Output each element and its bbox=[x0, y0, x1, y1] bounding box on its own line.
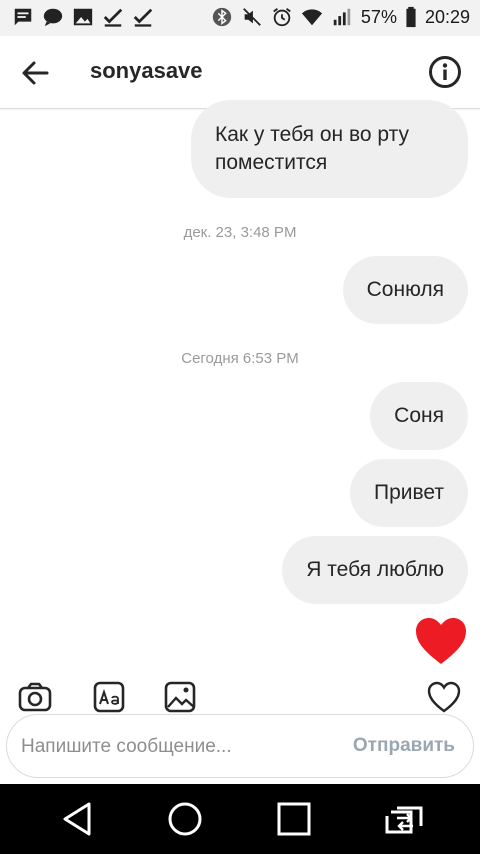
back-icon[interactable] bbox=[56, 798, 98, 840]
check-icon bbox=[102, 6, 124, 28]
chat-bubble-icon bbox=[42, 6, 64, 28]
mute-icon bbox=[241, 6, 263, 28]
message-text: Я тебя люблю bbox=[306, 558, 444, 581]
text-style-icon[interactable] bbox=[92, 680, 126, 714]
home-icon[interactable] bbox=[164, 798, 206, 840]
message-bubble[interactable]: Как у тебя он во рту поместится bbox=[191, 100, 468, 198]
message-bubble[interactable]: Сонюля bbox=[342, 256, 468, 324]
battery-percent: 57% bbox=[360, 6, 397, 27]
status-bar: 57% 20:29 bbox=[0, 0, 480, 36]
image-icon bbox=[72, 6, 94, 28]
system-icons: 57% 20:29 bbox=[211, 6, 470, 28]
navigation-bar bbox=[0, 784, 480, 854]
recents-icon[interactable] bbox=[273, 798, 315, 840]
conversation-header: sonyasave bbox=[0, 36, 480, 109]
message-bubble[interactable]: Привет bbox=[349, 459, 468, 527]
conversation-title[interactable]: sonyasave bbox=[90, 58, 203, 84]
bluetooth-icon bbox=[211, 6, 233, 28]
message-text: Привет bbox=[373, 481, 444, 504]
alarm-icon bbox=[271, 6, 293, 28]
signal-icon bbox=[331, 6, 353, 28]
back-arrow-icon[interactable] bbox=[18, 56, 52, 90]
check-icon bbox=[132, 6, 154, 28]
message-text: Как у тебя он во рту поместится bbox=[215, 123, 409, 174]
wifi-icon bbox=[301, 6, 323, 28]
battery-icon bbox=[405, 6, 417, 28]
message-timestamp: Сегодня 6:53 PM bbox=[181, 350, 299, 367]
message-input[interactable] bbox=[19, 731, 343, 763]
notification-icons bbox=[12, 6, 154, 28]
message-icon bbox=[12, 6, 34, 28]
send-button[interactable]: Отправить bbox=[353, 735, 455, 757]
message-text: Сонюля bbox=[366, 278, 444, 301]
message-text: Соня bbox=[394, 404, 444, 427]
info-icon[interactable] bbox=[428, 55, 462, 89]
message-timestamp: дек. 23, 3:48 PM bbox=[183, 224, 297, 241]
camera-icon[interactable] bbox=[18, 680, 52, 714]
gallery-icon[interactable] bbox=[163, 680, 197, 714]
message-composer: Отправить bbox=[6, 714, 474, 778]
heart-reaction-icon[interactable] bbox=[414, 616, 468, 666]
composer-tools bbox=[0, 668, 480, 714]
switch-apps-icon[interactable] bbox=[383, 798, 425, 840]
message-list[interactable]: Как у тебя он во рту поместится дек. 23,… bbox=[0, 100, 480, 668]
message-bubble[interactable]: Я тебя люблю bbox=[282, 536, 468, 604]
heart-icon[interactable] bbox=[426, 680, 462, 714]
message-bubble[interactable]: Соня bbox=[370, 382, 468, 450]
clock: 20:29 bbox=[424, 6, 470, 27]
